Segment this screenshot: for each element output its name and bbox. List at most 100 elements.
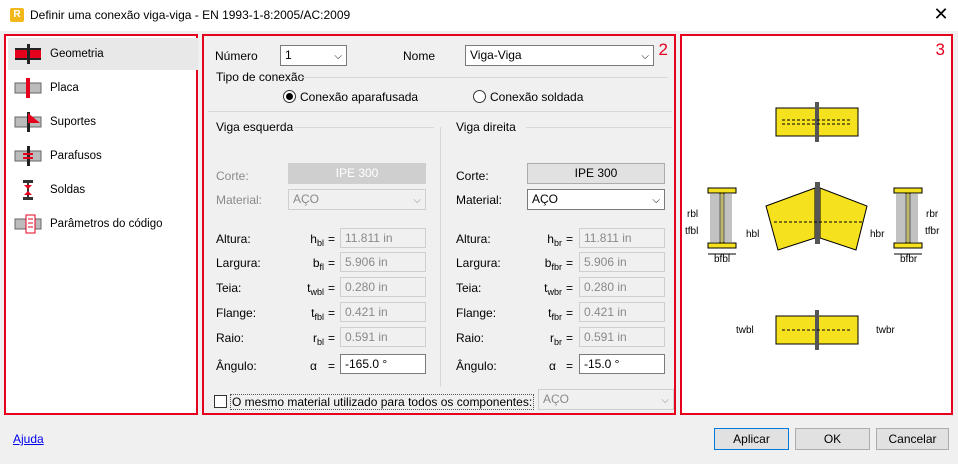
right-flange-symbol: tfbr <box>522 306 562 322</box>
nav-panel: 1 Geometria Placa Suportes Parafusos Sol… <box>4 34 198 415</box>
right-material-label: Material: <box>456 193 503 207</box>
eq-sign: = <box>328 232 336 246</box>
right-teia-field[interactable]: 0.280 in <box>579 277 665 297</box>
nav-item-parafusos[interactable]: Parafusos <box>8 140 198 172</box>
chevron-down-icon: ⌵ <box>334 51 342 62</box>
title-bar: R Definir uma conexão viga-viga - EN 199… <box>0 0 958 31</box>
symbol-sub: fbl <box>314 312 324 322</box>
plate-icon <box>14 77 42 99</box>
left-flange-field[interactable]: 0.421 in <box>340 302 426 322</box>
cancel-button[interactable]: Cancelar <box>876 428 949 450</box>
left-raio-label: Raio: <box>216 331 245 345</box>
symbol-sub: wbr <box>547 287 562 297</box>
left-largura-label: Largura: <box>216 256 261 270</box>
left-corte-label: Corte: <box>216 169 249 183</box>
left-corte-button[interactable]: IPE 300 <box>288 163 426 184</box>
right-largura-field[interactable]: 5.906 in <box>579 252 665 272</box>
symbol-sub: fbr <box>551 312 562 322</box>
nav-item-geometria[interactable]: Geometria <box>8 38 198 70</box>
nav-item-label: Placa <box>50 82 79 94</box>
nav-item-parametros[interactable]: Parâmetros do código <box>8 208 198 240</box>
eq-sign: = <box>328 359 336 373</box>
left-altura-field[interactable]: 11.811 in <box>340 228 426 248</box>
top-view-beams <box>775 102 859 142</box>
symbol-sub: wbl <box>310 287 324 297</box>
left-beam-group-title: Viga esquerda <box>216 120 294 134</box>
left-material-select[interactable]: AÇO ⌵ <box>288 189 426 210</box>
nav-item-label: Geometria <box>50 48 104 60</box>
same-material-checkbox[interactable] <box>214 395 227 408</box>
numero-select[interactable]: 1 ⌵ <box>280 45 347 66</box>
right-altura-label: Altura: <box>456 232 491 246</box>
bolts-icon <box>14 145 42 167</box>
radio-bolted[interactable] <box>283 90 296 103</box>
panel-number-2: 2 <box>658 40 668 59</box>
right-flange-label: Flange: <box>456 306 497 320</box>
nav-item-label: Suportes <box>50 116 97 128</box>
symbol-sub: fbr <box>551 262 562 272</box>
left-flange-symbol: tfbl <box>284 306 324 322</box>
radio-welded[interactable] <box>473 90 486 103</box>
nav-item-suportes[interactable]: Suportes <box>8 106 198 138</box>
eq-sign: = <box>566 232 574 246</box>
ok-button[interactable]: OK <box>795 428 870 450</box>
left-teia-field[interactable]: 0.280 in <box>340 277 426 297</box>
left-altura-symbol: hbl <box>284 232 324 248</box>
radio-welded-label[interactable]: Conexão soldada <box>490 90 583 104</box>
right-raio-label: Raio: <box>456 331 485 345</box>
left-raio-symbol: rbl <box>284 331 324 347</box>
left-teia-label: Teia: <box>216 281 242 295</box>
group-divider <box>208 111 672 112</box>
left-alpha-symbol: α <box>310 359 317 373</box>
numero-value: 1 <box>285 48 292 62</box>
help-link[interactable]: Ajuda <box>13 432 44 446</box>
apply-button[interactable]: Aplicar <box>714 428 789 450</box>
t-wbr-label: twbr <box>876 325 896 336</box>
left-flange-label: Flange: <box>216 306 257 320</box>
app-icon: R <box>10 8 24 22</box>
nav-item-soldas[interactable]: Soldas <box>8 174 198 206</box>
close-icon[interactable]: ✕ <box>928 2 954 28</box>
symbol: h <box>310 232 317 246</box>
symbol-sub: bl <box>316 238 324 248</box>
same-material-select[interactable]: AÇO ⌵ <box>538 389 674 410</box>
right-teia-symbol: twbr <box>522 281 562 297</box>
symbol-sub: br <box>553 238 562 248</box>
right-altura-field[interactable]: 11.811 in <box>579 228 665 248</box>
nav-item-label: Parafusos <box>50 150 102 162</box>
right-altura-symbol: hbr <box>522 232 562 248</box>
radio-bolted-label[interactable]: Conexão aparafusada <box>300 90 418 104</box>
tipo-conexao-label: Tipo de conexão <box>216 70 305 84</box>
left-raio-field[interactable]: 0.591 in <box>340 327 426 347</box>
right-alpha-symbol: α <box>549 359 556 373</box>
right-angulo-field[interactable]: -15.0 ° <box>579 354 665 374</box>
right-flange-field[interactable]: 0.421 in <box>579 302 665 322</box>
nav-item-placa[interactable]: Placa <box>8 72 198 104</box>
eq-sign: = <box>328 306 336 320</box>
left-largura-field[interactable]: 5.906 in <box>340 252 426 272</box>
same-material-value: AÇO <box>543 392 570 406</box>
center-angled-beams: hbl hbr <box>746 182 885 251</box>
right-section-view: rbr tfbr bfbr <box>893 187 940 265</box>
eq-sign: = <box>566 359 574 373</box>
right-raio-field[interactable]: 0.591 in <box>579 327 665 347</box>
t-wbl-label: twbl <box>736 325 754 336</box>
h-bl-label: hbl <box>746 229 759 240</box>
window-title: Definir uma conexão viga-viga - EN 1993-… <box>30 8 351 22</box>
nome-value: Viga-Viga <box>470 48 522 62</box>
chevron-down-icon: ⌵ <box>652 195 660 206</box>
right-material-value: AÇO <box>532 192 559 206</box>
t-fbr-label: tfbr <box>925 226 940 237</box>
eq-sign: = <box>328 281 336 295</box>
nome-select[interactable]: Viga-Viga ⌵ <box>465 45 654 66</box>
symbol: b <box>312 256 320 270</box>
same-material-label[interactable]: O mesmo material utilizado para todos os… <box>230 394 535 410</box>
left-angulo-field[interactable]: -165.0 ° <box>340 354 426 374</box>
r-br-label: rbr <box>926 209 939 220</box>
eq-sign: = <box>566 331 574 345</box>
right-corte-button[interactable]: IPE 300 <box>527 163 665 184</box>
chevron-down-icon: ⌵ <box>661 395 669 406</box>
right-largura-label: Largura: <box>456 256 501 270</box>
right-material-select[interactable]: AÇO ⌵ <box>527 189 665 210</box>
eq-sign: = <box>566 281 574 295</box>
